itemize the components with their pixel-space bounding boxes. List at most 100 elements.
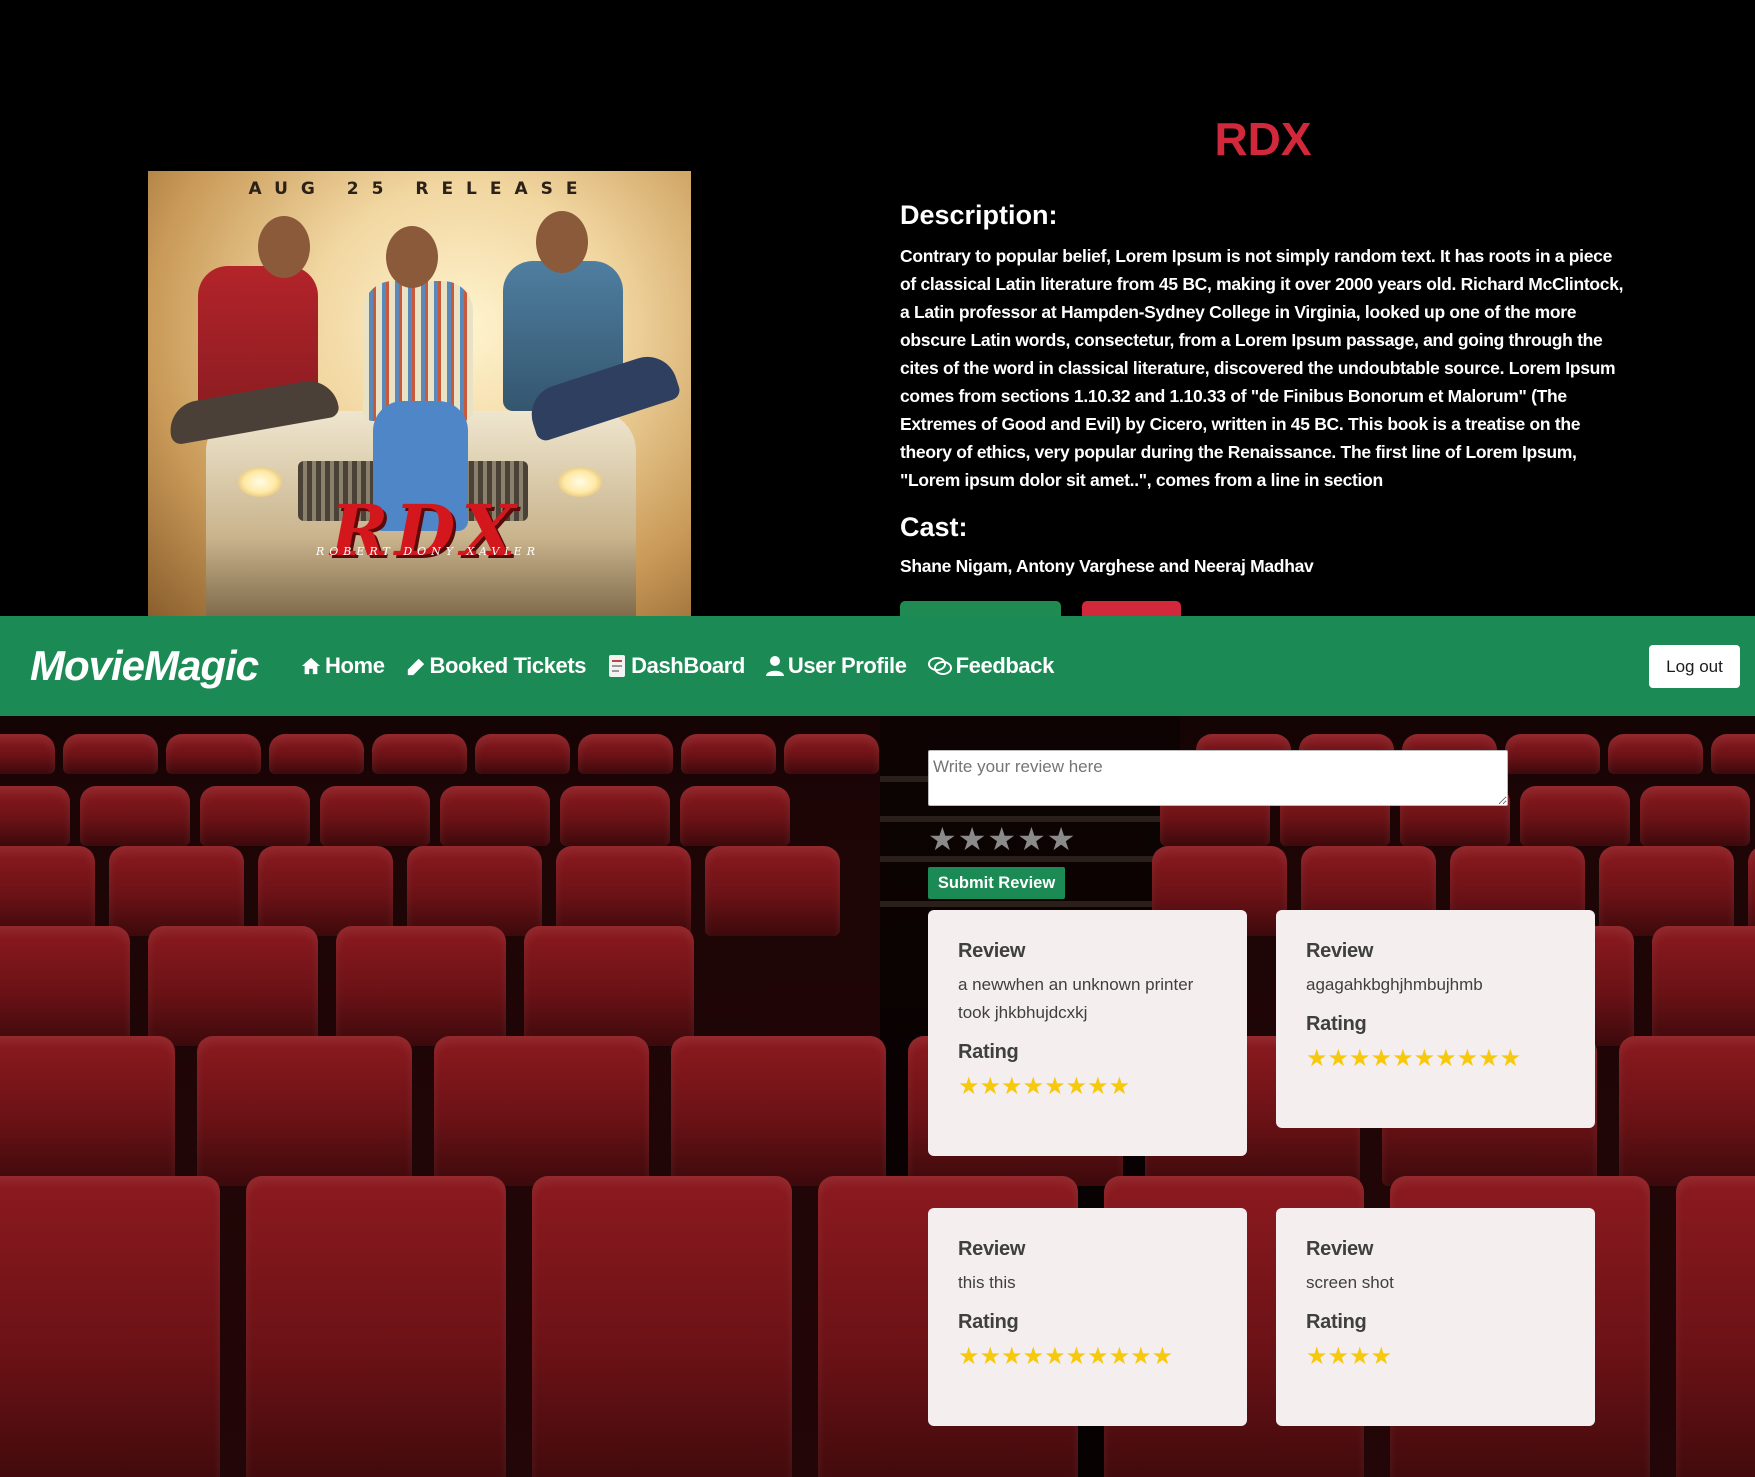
- star-icon[interactable]: ★: [928, 820, 957, 858]
- nav-link-label: Booked Tickets: [429, 653, 587, 678]
- nav-link-label: User Profile: [787, 653, 907, 678]
- cinema-seat: [0, 926, 130, 1046]
- cinema-seat: [0, 846, 95, 936]
- cinema-seat: [1505, 734, 1600, 774]
- description-heading: Description:: [900, 200, 1058, 230]
- rating-stars: ★★★★★★★★★★: [958, 1343, 1174, 1370]
- cinema-seat: [372, 734, 467, 774]
- star-icon[interactable]: ★: [987, 820, 1016, 858]
- cinema-seat: [532, 1176, 792, 1477]
- nav-link-booked-tickets[interactable]: Booked Tickets: [405, 653, 587, 679]
- cinema-seat: [578, 734, 673, 774]
- cinema-seat: [680, 786, 790, 846]
- chat-icon: [927, 657, 952, 675]
- cinema-seat: [407, 846, 542, 936]
- cinema-seat: [197, 1036, 412, 1186]
- user-icon: [765, 656, 784, 676]
- review-label: Review: [1306, 1238, 1374, 1260]
- navbar: MovieMagic Home Booked Tickets DashBoard…: [0, 616, 1755, 716]
- nav-links: Home Booked Tickets DashBoard User Profi…: [300, 616, 1074, 716]
- cinema-seat: [200, 786, 310, 846]
- movie-poster: AUG 25 RELEASE RDX ROBERT DONY XAVIER: [148, 171, 691, 617]
- review-text: screen shot: [1306, 1273, 1394, 1292]
- nav-link-home[interactable]: Home: [300, 653, 385, 679]
- rating-label: Rating: [958, 1041, 1019, 1063]
- review-text: agagahkbghjhmbujhmb: [1306, 975, 1483, 994]
- cinema-seat: [269, 734, 364, 774]
- rating-stars: ★★★★★★★★★★: [1306, 1045, 1522, 1072]
- logout-button[interactable]: Log out: [1649, 645, 1740, 688]
- rating-stars: ★★★★: [1306, 1343, 1393, 1370]
- cinema-seat: [0, 1036, 175, 1186]
- document-icon: [609, 655, 626, 677]
- rating-stars: ★★★★★★★★: [958, 1073, 1131, 1100]
- brand-logo[interactable]: MovieMagic: [30, 642, 259, 690]
- rating-label: Rating: [958, 1311, 1019, 1333]
- cinema-seat: [148, 926, 318, 1046]
- cinema-seat: [1711, 734, 1755, 774]
- poster-release-text: AUG 25 RELEASE: [248, 179, 591, 199]
- cinema-seat: [475, 734, 570, 774]
- review-text: this this: [958, 1273, 1016, 1292]
- star-icon[interactable]: ★: [1047, 820, 1076, 858]
- rating-label: Rating: [1306, 1311, 1367, 1333]
- star-icon[interactable]: ★: [1017, 820, 1046, 858]
- cinema-seat: [0, 734, 55, 774]
- review-input[interactable]: [928, 750, 1508, 806]
- poster-head: [258, 216, 310, 278]
- nav-link-feedback[interactable]: Feedback: [927, 653, 1054, 679]
- ticket-icon: [407, 658, 424, 676]
- cinema-seat: [0, 786, 70, 846]
- star-icon[interactable]: ★: [958, 820, 987, 858]
- cinema-seat: [705, 846, 840, 936]
- movie-title: RDX: [1214, 113, 1312, 165]
- cast-text: Shane Nigam, Antony Varghese and Neeraj …: [900, 556, 1314, 576]
- rating-star-input: ★ ★ ★ ★ ★: [928, 820, 1076, 858]
- review-label: Review: [1306, 940, 1374, 962]
- cinema-seat: [1619, 1036, 1755, 1186]
- review-card: Review this this Rating ★★★★★★★★★★: [928, 1208, 1247, 1426]
- cinema-seat: [63, 734, 158, 774]
- cinema-seat: [1599, 846, 1734, 936]
- cinema-seat: [556, 846, 691, 936]
- poster-head: [536, 211, 588, 273]
- nav-link-label: DashBoard: [631, 653, 745, 678]
- cinema-seat: [109, 846, 244, 936]
- cinema-seat: [524, 926, 694, 1046]
- cinema-seat: [258, 846, 393, 936]
- cast-heading: Cast:: [900, 512, 968, 542]
- cinema-seat: [1608, 734, 1703, 774]
- poster-head: [386, 226, 438, 288]
- nav-link-label: Feedback: [955, 653, 1055, 678]
- cinema-seat: [1652, 926, 1755, 1046]
- cinema-seat: [440, 786, 550, 846]
- cinema-seat: [681, 734, 776, 774]
- review-card: Review agagahkbghjhmbujhmb Rating ★★★★★★…: [1276, 910, 1595, 1128]
- review-card: Review screen shot Rating ★★★★: [1276, 1208, 1595, 1426]
- description-text: Contrary to popular belief, Lorem Ipsum …: [900, 246, 1624, 490]
- cinema-seat: [0, 1176, 220, 1477]
- cinema-seat: [1640, 786, 1750, 846]
- poster-logo: RDX: [330, 489, 522, 572]
- cinema-seat: [784, 734, 879, 774]
- nav-link-dashboard[interactable]: DashBoard: [606, 653, 745, 679]
- cinema-seat: [671, 1036, 886, 1186]
- review-card: Review a newwhen an unknown printer took…: [928, 910, 1247, 1156]
- rating-label: Rating: [1306, 1013, 1367, 1035]
- home-icon: [301, 657, 321, 675]
- review-label: Review: [958, 1238, 1026, 1260]
- cinema-seat: [80, 786, 190, 846]
- poster-names: ROBERT DONY XAVIER: [316, 545, 540, 558]
- nav-link-user-profile[interactable]: User Profile: [765, 653, 907, 679]
- review-label: Review: [958, 940, 1026, 962]
- nav-link-label: Home: [325, 653, 385, 678]
- submit-review-button[interactable]: Submit Review: [928, 867, 1065, 899]
- cinema-seat: [1748, 846, 1755, 936]
- cinema-seat: [320, 786, 430, 846]
- review-text: a newwhen an unknown printer took jhkbhu…: [958, 975, 1194, 1022]
- poster-person: [363, 281, 473, 421]
- cinema-seat: [336, 926, 506, 1046]
- cinema-seat: [434, 1036, 649, 1186]
- cinema-seat: [1676, 1176, 1755, 1477]
- cinema-seat: [246, 1176, 506, 1477]
